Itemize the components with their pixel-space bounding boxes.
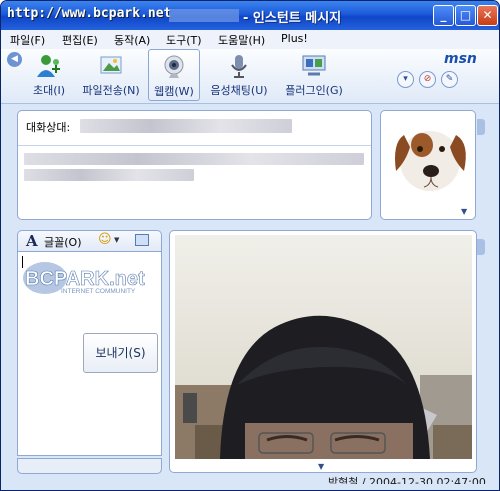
dog-picture-icon: [386, 113, 472, 209]
invite-label: 초대(I): [32, 84, 66, 97]
send-button[interactable]: 보내기(S): [83, 333, 158, 373]
webcam-label: 웹캠(W): [154, 85, 194, 98]
status-strip: [1, 484, 499, 490]
plugin-label: 플러그인(G): [285, 84, 343, 97]
side-expand-icon[interactable]: [477, 119, 485, 135]
logo-text: BCPARK.net: [25, 268, 145, 290]
conversation-panel: 대화상대:: [17, 110, 372, 220]
toolbar-back-icon[interactable]: ◀: [7, 52, 22, 67]
voice-chat-label: 음성채팅(U): [210, 84, 268, 97]
blurred-message-2: [24, 169, 194, 181]
voice-chat-button[interactable]: 음성채팅(U): [204, 49, 274, 101]
paint-icon[interactable]: ✎: [441, 71, 458, 88]
messenger-window: http://www.bcpark.net - 인스턴트 메시지 _ □ ✕ 파…: [0, 0, 500, 491]
font-label[interactable]: 글꼴(O): [44, 234, 81, 250]
scroll-down-icon[interactable]: ▾: [397, 71, 414, 88]
maximize-button[interactable]: □: [455, 5, 476, 26]
close-button[interactable]: ✕: [477, 5, 498, 26]
menu-plus[interactable]: Plus!: [281, 32, 308, 45]
menu-action[interactable]: 동작(A): [114, 32, 150, 48]
url-watermark: http://www.bcpark.net: [7, 6, 172, 21]
menu-edit[interactable]: 편집(E): [62, 32, 98, 48]
emoticon-dropdown-icon[interactable]: ▼: [114, 236, 119, 244]
menu-bar: 파일(F) 편집(E) 동작(A) 도구(T) 도움말(H) Plus!: [1, 30, 499, 49]
background-image-icon[interactable]: [135, 234, 149, 246]
minimize-button[interactable]: _: [433, 5, 454, 26]
input-toolbar: A 글꼴(O) ☺ ▼: [17, 230, 162, 251]
menu-file[interactable]: 파일(F): [10, 32, 45, 48]
webcam-options-icon[interactable]: ▼: [318, 462, 324, 471]
font-icon[interactable]: A: [26, 232, 38, 250]
file-transfer-button[interactable]: 파일전송(N): [75, 49, 147, 101]
webcam-side-expand-icon[interactable]: [477, 239, 485, 255]
emoticon-icon[interactable]: ☺: [98, 232, 112, 247]
voice-chat-icon: [231, 55, 247, 78]
title-bar[interactable]: http://www.bcpark.net - 인스턴트 메시지 _ □ ✕: [1, 1, 499, 30]
webcam-icon: [164, 55, 184, 78]
picture-options-icon[interactable]: ▼: [461, 207, 467, 216]
webcam-frame-image: [175, 235, 472, 459]
conversation-divider: [18, 145, 371, 146]
block-icon[interactable]: ⊘: [419, 71, 436, 88]
menu-help[interactable]: 도움말(H): [218, 32, 265, 48]
msn-logo: msn: [444, 51, 477, 67]
contact-display-picture[interactable]: [386, 113, 472, 209]
blurred-contact-name: [169, 9, 239, 22]
input-bottom-bar: [17, 458, 162, 474]
plugin-icon: [302, 55, 326, 76]
invite-button[interactable]: 초대(I): [23, 49, 75, 101]
window-title: - 인스턴트 메시지: [243, 11, 342, 26]
webcam-button[interactable]: 웹캠(W): [148, 49, 200, 101]
plugin-button[interactable]: 플러그인(G): [279, 49, 349, 101]
file-transfer-icon: [100, 56, 122, 74]
file-transfer-label: 파일전송(N): [82, 84, 140, 97]
bcpark-logo: BCPARK.net INTERNET COMMUNITY: [23, 262, 145, 295]
invite-icon: [37, 55, 60, 77]
blurred-message-1: [24, 153, 364, 165]
blurred-contact: [80, 119, 292, 133]
webcam-video: [175, 235, 472, 459]
menu-tools[interactable]: 도구(T): [166, 32, 202, 48]
logo-subtext: INTERNET COMMUNITY: [61, 288, 136, 295]
contact-label: 대화상대:: [26, 121, 71, 134]
